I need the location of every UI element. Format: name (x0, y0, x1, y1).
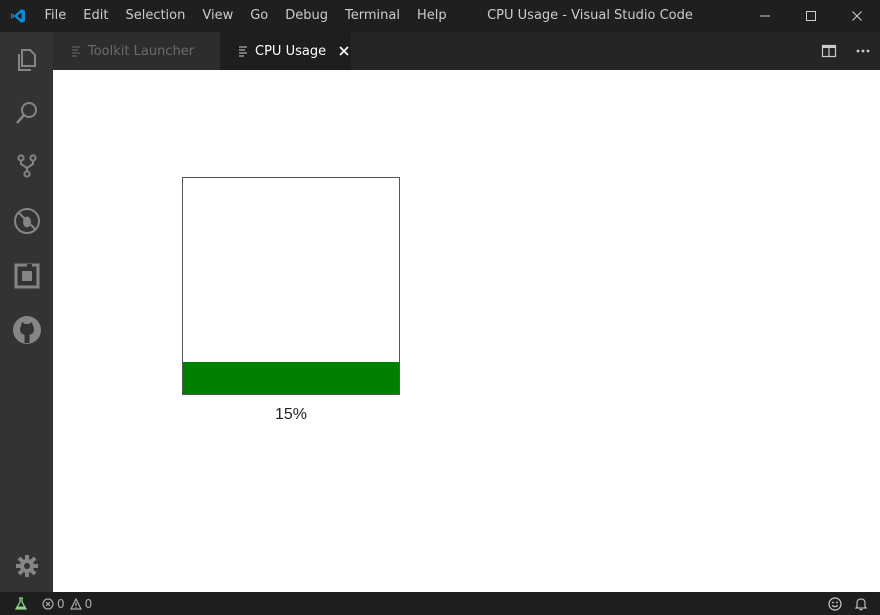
bell-icon (854, 597, 868, 610)
cpu-usage-fill (183, 361, 399, 394)
menu-edit[interactable]: Edit (75, 0, 117, 32)
status-bar: 0 0 (0, 592, 880, 615)
feedback-button[interactable] (822, 592, 848, 615)
split-editor-icon (821, 44, 837, 58)
menu-debug[interactable]: Debug (277, 0, 337, 32)
tab-label: CPU Usage (255, 43, 327, 59)
menu-selection[interactable]: Selection (117, 0, 194, 32)
source-control-icon (16, 154, 37, 178)
tab-cpu-usage[interactable]: CPU Usage (220, 32, 351, 70)
more-actions-button[interactable] (846, 32, 880, 70)
github-icon (12, 316, 41, 344)
close-window-button[interactable] (834, 0, 880, 32)
source-control-button[interactable] (0, 140, 53, 192)
debug-icon (13, 208, 40, 234)
error-count: 0 (57, 596, 65, 611)
preview-file-icon (72, 46, 80, 57)
cpu-usage-gauge (182, 177, 400, 395)
minimize-button[interactable] (742, 0, 788, 32)
github-button[interactable] (0, 304, 53, 356)
menu-terminal[interactable]: Terminal (337, 0, 409, 32)
debug-button[interactable] (0, 195, 53, 247)
activity-bar (0, 32, 53, 592)
flask-icon (14, 596, 28, 610)
vscode-logo-icon (0, 0, 36, 32)
webview-panel: 15% (53, 70, 880, 592)
search-view-button[interactable] (0, 87, 53, 139)
extensions-button[interactable] (0, 250, 53, 302)
ellipsis-icon (856, 49, 870, 53)
minimize-icon (760, 15, 770, 17)
menu-file[interactable]: File (36, 0, 75, 32)
error-icon (42, 597, 54, 610)
warning-icon (69, 597, 82, 610)
split-editor-button[interactable] (812, 32, 846, 70)
menu-go[interactable]: Go (242, 0, 277, 32)
search-icon (15, 102, 37, 124)
explorer-button[interactable] (0, 34, 53, 86)
tab-label: Toolkit Launcher (88, 43, 195, 59)
settings-button[interactable] (0, 540, 53, 592)
editor-actions (812, 32, 880, 70)
window-title: CPU Usage - Visual Studio Code (487, 8, 693, 23)
smiley-icon (828, 596, 842, 611)
cpu-usage-label: 15% (274, 406, 308, 423)
warning-count: 0 (84, 596, 93, 611)
tab-bar: Toolkit Launcher CPU Usage (53, 32, 880, 70)
gear-icon (15, 555, 38, 577)
flask-status-button[interactable] (0, 592, 38, 615)
notifications-button[interactable] (848, 592, 874, 615)
menu-view[interactable]: View (194, 0, 242, 32)
close-icon[interactable] (338, 45, 350, 57)
title-bar: File Edit Selection View Go Debug Termin… (0, 0, 880, 32)
close-icon (852, 11, 862, 21)
extensions-icon (14, 263, 39, 289)
tab-toolkit-launcher[interactable]: Toolkit Launcher (53, 32, 220, 70)
window-controls (742, 0, 880, 32)
menu-bar: File Edit Selection View Go Debug Termin… (36, 0, 455, 32)
maximize-icon (806, 11, 816, 21)
maximize-button[interactable] (788, 0, 834, 32)
preview-file-icon (239, 46, 247, 57)
problems-button[interactable]: 0 0 (38, 592, 103, 615)
files-icon (17, 49, 36, 71)
